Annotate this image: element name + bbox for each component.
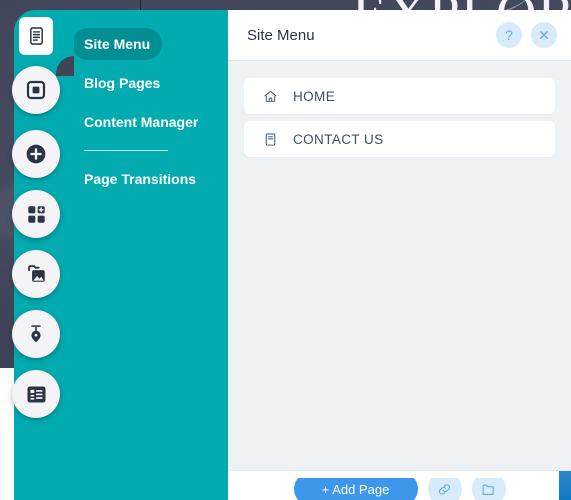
teal-menu-item-content-manager[interactable]: Content Manager [72,106,228,138]
page-icon [260,132,280,147]
apps-add-icon [25,203,48,226]
cursor-caret [140,0,141,10]
rail-item-pages[interactable] [12,12,60,60]
teal-menu-item-page-transitions[interactable]: Page Transitions [72,163,228,195]
sections-icon [24,78,48,102]
teal-menu-item-label: Site Menu [84,36,151,52]
teal-menu-separator [84,150,168,151]
pen-nib-icon [25,323,47,345]
teal-menu-item-site-menu[interactable]: Site Menu [72,28,163,60]
rail-item-sections[interactable] [12,66,60,114]
rail-item-add-apps[interactable] [12,190,60,238]
add-icon [24,142,48,166]
panel-header: Site Menu ? ✕ [228,10,571,61]
panel-bottom-bar: + Add Page [228,478,571,500]
pages-icon [19,17,53,55]
page-list-item-home[interactable]: HOME [244,78,555,114]
left-icon-rail [0,0,72,500]
media-icon [25,263,48,286]
teal-menu-item-label: Content Manager [84,114,199,130]
link-page-button[interactable] [427,478,462,500]
teal-menu-list: Site Menu Blog Pages Content Manager Pag… [72,28,228,202]
list-icon [25,383,48,406]
panel-title: Site Menu [247,26,315,44]
page-list-item-label: HOME [293,88,336,104]
teal-menu-item-blog-pages[interactable]: Blog Pages [72,67,228,99]
rail-item-media[interactable] [12,250,60,298]
home-icon [260,89,280,104]
add-page-button[interactable]: + Add Page [293,478,418,500]
rail-item-add[interactable] [12,130,60,178]
page-list-item-contact-us[interactable]: CONTACT US [244,121,555,157]
section-divider [230,470,571,471]
teal-menu-item-label: Blog Pages [84,75,161,91]
help-button[interactable]: ? [496,22,522,48]
rail-item-design[interactable] [12,310,60,358]
teal-menu-item-label: Page Transitions [84,171,197,187]
close-button[interactable]: ✕ [531,22,557,48]
page-list-item-label: CONTACT US [293,131,384,147]
editor-screen: EXPLORE & Site Menu Blog Pages Content M… [0,0,571,500]
site-menu-panel: Site Menu ? ✕ HOME CONTACT US [228,10,571,470]
panel-body: HOME CONTACT US [228,61,571,157]
add-folder-button[interactable] [471,478,506,500]
rail-item-content[interactable] [12,370,60,418]
